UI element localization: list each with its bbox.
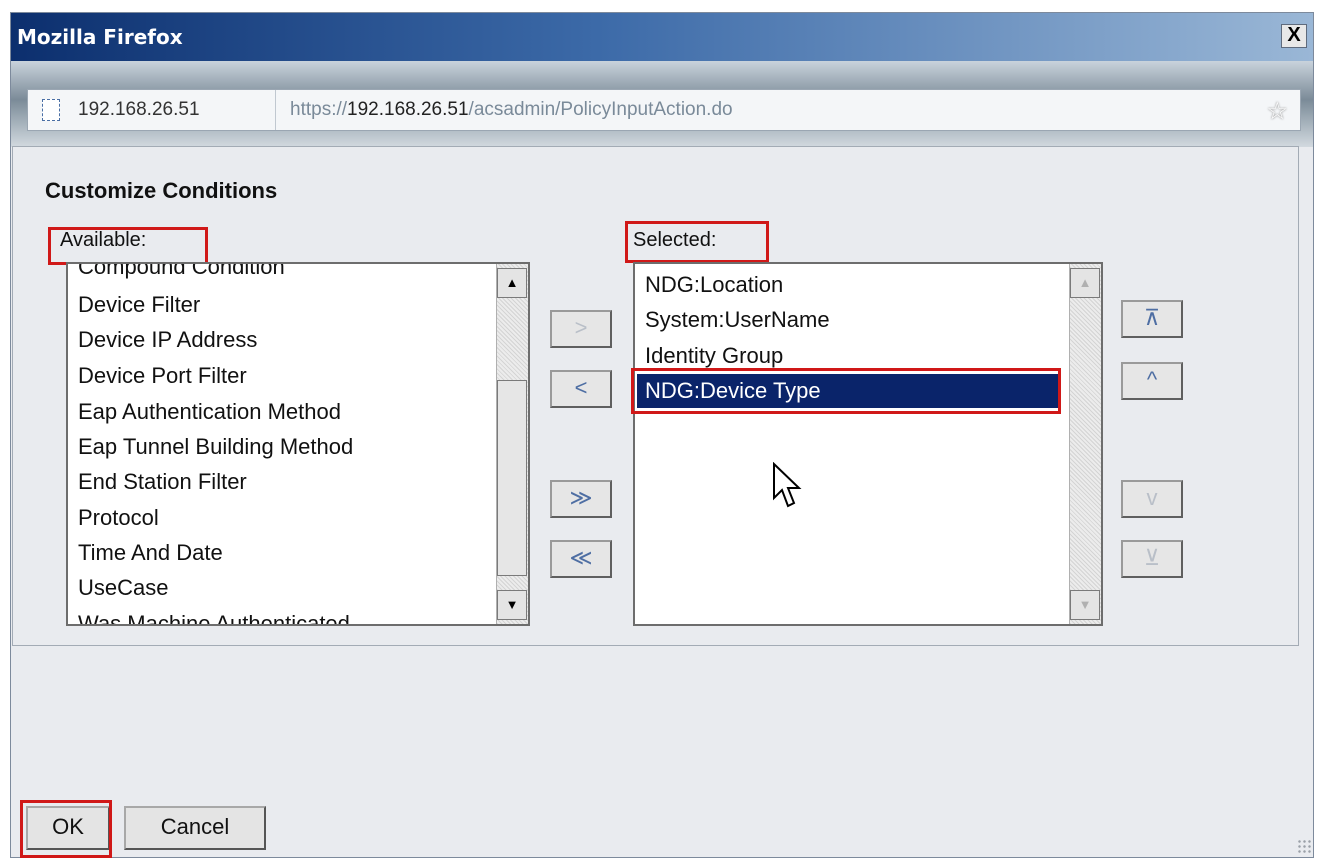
available-scrollbar[interactable]: ▲ ▼ [496,264,528,624]
list-item[interactable]: Protocol [78,505,159,531]
selected-scrollbar[interactable]: ▲ ▼ [1069,264,1101,624]
list-item[interactable]: System:UserName [645,307,830,333]
list-item[interactable]: Eap Tunnel Building Method [78,434,353,460]
url-field[interactable]: 192.168.26.51 https://192.168.26.51/acsa… [27,89,1301,131]
move-top-button[interactable]: ⊼ [1121,300,1183,338]
mouse-cursor-icon [773,462,802,508]
dialog-heading: Customize Conditions [45,178,278,203]
list-item[interactable]: Was Machine Authenticated [78,611,350,624]
add-button[interactable]: > [550,310,612,348]
list-item[interactable]: Device Filter [78,292,200,318]
title-bar: Mozilla Firefox X [11,13,1313,61]
resize-grip-icon[interactable] [1297,839,1311,853]
move-down-button[interactable]: v [1121,480,1183,518]
scroll-thumb[interactable] [497,380,527,576]
url-text: https://192.168.26.51/acsadmin/PolicyInp… [290,99,733,120]
remove-all-button[interactable]: ≪ [550,540,612,578]
window-title: Mozilla Firefox [17,25,183,49]
annotation-highlight [20,800,112,858]
scroll-up-arrow-icon[interactable]: ▲ [1070,268,1100,298]
list-item[interactable]: NDG:Location [645,272,783,298]
page-icon [42,99,60,121]
scroll-down-arrow-icon[interactable]: ▼ [1070,590,1100,620]
list-item[interactable]: UseCase [78,575,168,601]
annotation-highlight [631,368,1061,414]
cancel-button[interactable]: Cancel [124,806,266,850]
move-up-button[interactable]: ^ [1121,362,1183,400]
bookmark-star-icon[interactable]: ☆ [1266,97,1288,126]
list-item[interactable]: Identity Group [645,343,783,369]
scroll-down-arrow-icon[interactable]: ▼ [497,590,527,620]
list-item[interactable]: Device Port Filter [78,363,247,389]
available-listbox[interactable]: Compound Condition Device Filter Device … [66,262,530,626]
address-bar: 192.168.26.51 https://192.168.26.51/acsa… [11,61,1313,147]
selected-listbox[interactable]: NDG:Location System:UserName Identity Gr… [633,262,1103,626]
site-identity-button[interactable]: 192.168.26.51 [28,90,276,130]
list-item[interactable]: Device IP Address [78,327,257,353]
annotation-highlight [625,221,769,263]
site-identity-label: 192.168.26.51 [78,99,200,120]
scroll-up-arrow-icon[interactable]: ▲ [497,268,527,298]
add-all-button[interactable]: ≫ [550,480,612,518]
close-button[interactable]: X [1281,24,1307,48]
list-item[interactable]: Eap Authentication Method [78,399,341,425]
annotation-highlight [48,227,208,265]
list-item[interactable]: End Station Filter [78,469,247,495]
list-item[interactable]: Time And Date [78,540,223,566]
move-bottom-button[interactable]: ⊻ [1121,540,1183,578]
list-item[interactable]: Compound Condition [78,264,285,280]
remove-button[interactable]: < [550,370,612,408]
